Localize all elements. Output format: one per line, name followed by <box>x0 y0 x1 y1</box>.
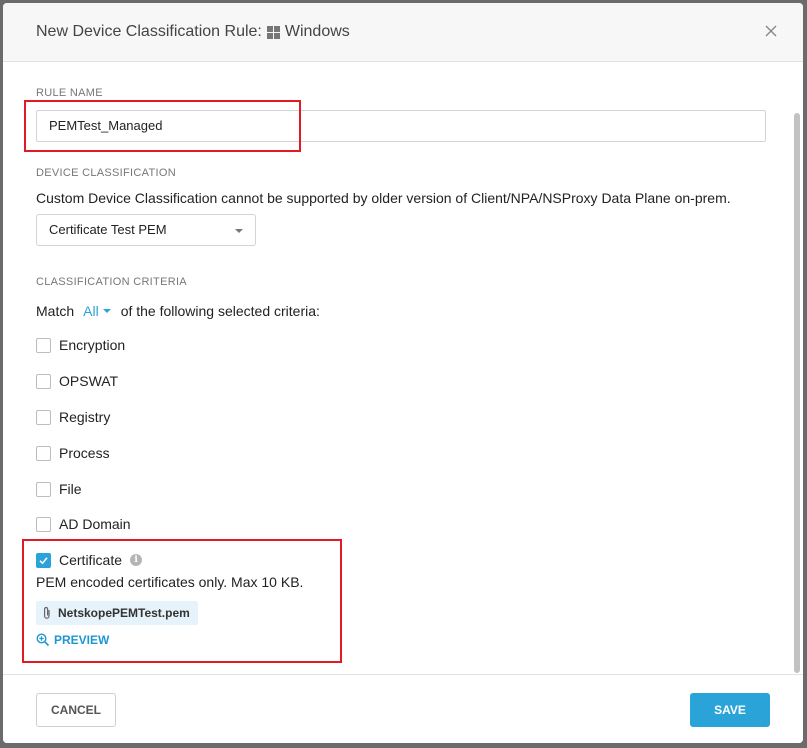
criteria-registry: Registry <box>36 409 110 425</box>
process-checkbox[interactable] <box>36 445 51 461</box>
cancel-button[interactable]: CANCEL <box>36 693 116 727</box>
close-icon[interactable] <box>761 21 781 41</box>
criteria-label: File <box>59 481 82 497</box>
ad-domain-checkbox[interactable] <box>36 516 51 532</box>
dialog-footer: CANCEL SAVE <box>3 674 803 743</box>
rule-name-highlight-box <box>24 100 301 152</box>
device-classification-selected: Certificate Test PEM <box>49 222 167 237</box>
criteria-file: File <box>36 481 82 497</box>
dialog-os-label: Windows <box>284 23 350 40</box>
criteria-encryption: Encryption <box>36 337 125 353</box>
device-classification-label: DEVICE CLASSIFICATION <box>36 167 176 179</box>
dialog-title: New Device Classification Rule: Windows <box>36 23 350 41</box>
save-button[interactable]: SAVE <box>690 693 770 727</box>
dialog-title-text: New Device Classification Rule: <box>36 23 262 40</box>
criteria-label: AD Domain <box>59 516 131 532</box>
dialog-header: New Device Classification Rule: Windows <box>3 3 803 62</box>
criteria-process: Process <box>36 445 110 461</box>
match-row: Match All of the following selected crit… <box>36 303 320 319</box>
criteria-opswat: OPSWAT <box>36 373 118 389</box>
criteria-label: Process <box>59 445 110 461</box>
scrollbar-thumb[interactable] <box>794 113 800 673</box>
chevron-down-icon <box>235 229 243 233</box>
criteria-label: OPSWAT <box>59 373 119 389</box>
dialog-body: RULE NAME PEMTest_Managed DEVICE CLASSIF… <box>3 63 803 674</box>
new-rule-dialog: New Device Classification Rule: Windows … <box>3 3 803 743</box>
criteria-ad-domain: AD Domain <box>36 516 131 532</box>
opswat-checkbox[interactable] <box>36 373 51 389</box>
certificate-highlight-box <box>22 539 342 663</box>
match-suffix: of the following selected criteria: <box>120 303 320 319</box>
encryption-checkbox[interactable] <box>36 337 51 353</box>
registry-checkbox[interactable] <box>36 409 51 425</box>
match-mode-dropdown[interactable]: All <box>83 303 111 319</box>
classification-criteria-label: CLASSIFICATION CRITERIA <box>36 276 187 288</box>
match-prefix: Match <box>36 303 75 319</box>
match-mode-value: All <box>83 303 99 319</box>
file-checkbox[interactable] <box>36 481 51 497</box>
device-classification-select[interactable]: Certificate Test PEM <box>36 214 256 246</box>
windows-icon <box>266 25 280 39</box>
rule-name-label: RULE NAME <box>36 87 103 99</box>
criteria-label: Registry <box>59 409 111 425</box>
scrollbar[interactable] <box>794 63 800 674</box>
chevron-down-icon <box>102 309 111 313</box>
criteria-label: Encryption <box>59 337 126 353</box>
device-classification-description: Custom Device Classification cannot be s… <box>36 190 731 206</box>
